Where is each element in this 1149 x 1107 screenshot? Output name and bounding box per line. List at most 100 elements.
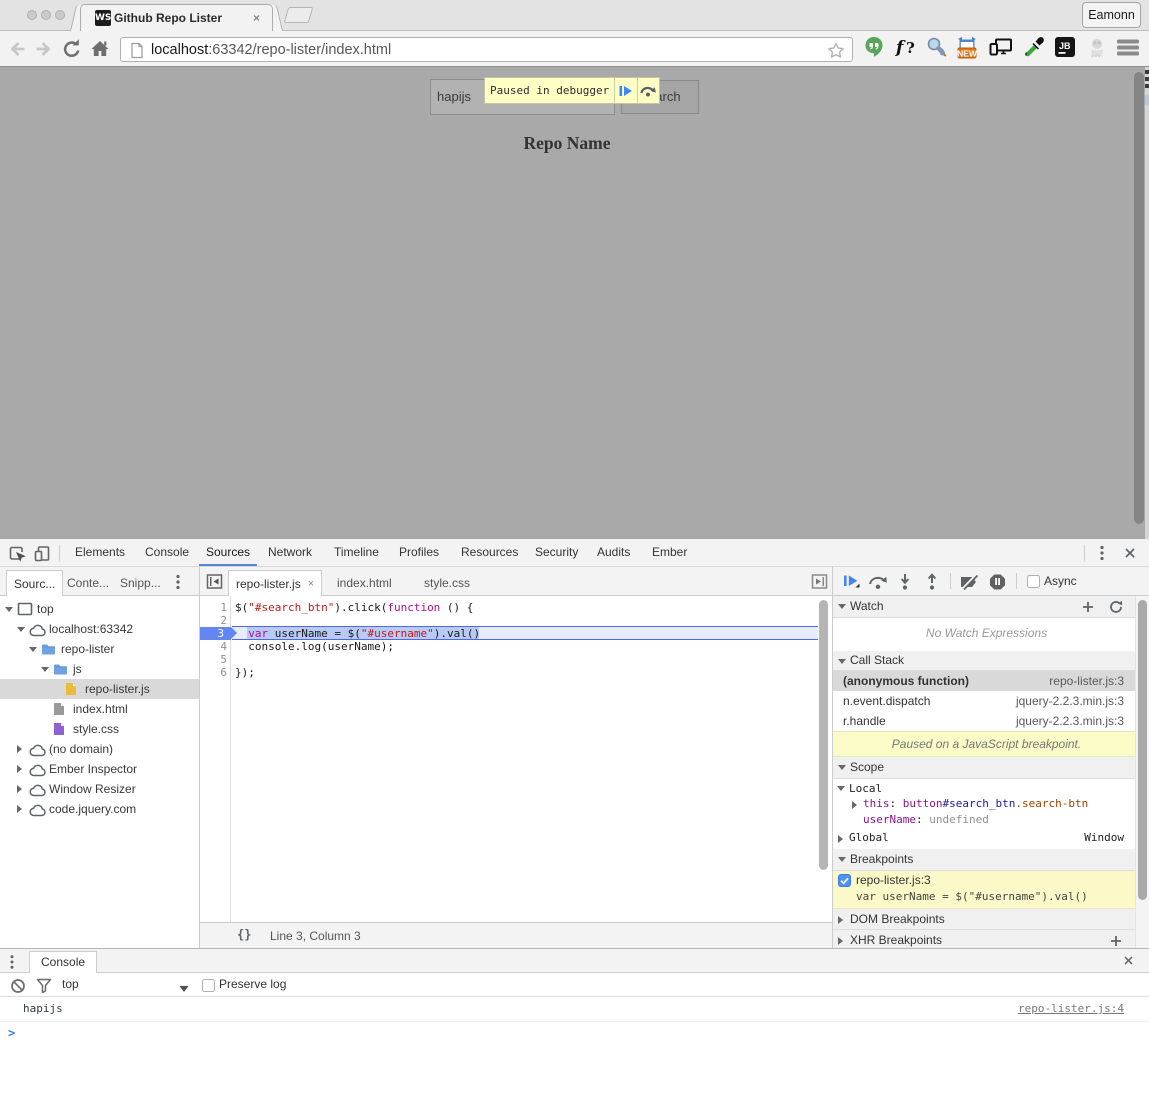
async-checkbox[interactable] [1027, 575, 1040, 591]
zoom-window-button[interactable] [55, 10, 65, 20]
eyedropper-extension-icon[interactable] [1024, 36, 1046, 63]
disclosure-collapsed-icon[interactable] [17, 765, 22, 773]
step-out-icon[interactable] [925, 573, 939, 593]
devtools-tab-timeline[interactable]: Timeline [327, 539, 386, 566]
console-close-icon[interactable] [1123, 955, 1134, 969]
url-bar[interactable]: localhost:63342/repo-lister/index.html [120, 37, 853, 62]
banner-resume-icon[interactable] [615, 78, 636, 103]
sidebar-scrollbar[interactable] [1138, 600, 1147, 900]
clear-console-icon[interactable] [10, 978, 26, 997]
scope-username-property[interactable]: userName: undefined [863, 813, 989, 826]
responsive-extension-icon[interactable] [989, 36, 1013, 63]
editor-tab-index-html[interactable]: index.html [330, 570, 399, 596]
devtools-tab-resources[interactable]: Resources [454, 539, 525, 566]
editor-scrollbar[interactable] [819, 600, 828, 870]
tree-item-localhost-63342[interactable]: localhost:63342 [0, 619, 199, 639]
console-menu-dots-icon[interactable] [8, 954, 16, 973]
resume-icon[interactable] [842, 573, 862, 592]
forward-icon[interactable] [32, 36, 56, 67]
filter-icon[interactable] [36, 978, 52, 996]
inspect-icon[interactable] [8, 544, 26, 565]
tree-item-js[interactable]: js [0, 659, 199, 679]
dom-breakpoints-section-header[interactable]: DOM Breakpoints [833, 909, 1149, 930]
pause-exceptions-icon[interactable] [989, 573, 1006, 593]
tree-item-window-resizer[interactable]: Window Resizer [0, 779, 199, 799]
home-icon[interactable] [88, 36, 112, 67]
hangouts-extension-icon[interactable] [864, 36, 884, 63]
devtools-tab-elements[interactable]: Elements [68, 539, 132, 566]
search-extension-icon[interactable] [925, 36, 947, 63]
tree-item-no-domain[interactable]: (no domain) [0, 739, 199, 759]
code-line-4[interactable]: console.log(userName); [235, 640, 394, 653]
step-into-icon[interactable] [898, 573, 912, 593]
context-dropdown-icon[interactable] [179, 982, 189, 996]
menu-icon[interactable] [1117, 36, 1139, 63]
execution-line-number[interactable]: 3 [200, 627, 231, 640]
gutter-line-number[interactable]: 5 [200, 653, 227, 666]
code-line-1[interactable]: $("#search_btn").click(function () { [235, 601, 473, 614]
tree-item-code-jquery-com[interactable]: code.jquery.com [0, 799, 199, 819]
scope-this-property[interactable]: this: button#search_btn.search-btn [863, 797, 1088, 810]
execution-context-selector[interactable]: top [62, 977, 79, 991]
new-tab-button[interactable] [284, 7, 314, 23]
disabled-extension-icon[interactable] [1086, 36, 1108, 63]
device-toolbar-icon[interactable] [33, 544, 51, 565]
page-scrollbar[interactable] [1134, 72, 1144, 524]
navigator-tab-snippets[interactable]: Snipp... [113, 570, 168, 596]
editor-tab-close-icon[interactable]: × [308, 578, 314, 590]
navigator-hide-icon[interactable] [206, 573, 223, 593]
step-over-icon[interactable] [868, 574, 888, 593]
code-line-6[interactable]: }); [235, 666, 255, 679]
bookmark-star-icon[interactable] [827, 42, 845, 64]
devtools-menu-dots-icon[interactable] [1098, 544, 1106, 565]
close-window-button[interactable] [27, 10, 37, 20]
console-log-source-link[interactable]: repo-lister.js:4 [1018, 1002, 1124, 1015]
devtools-tab-network[interactable]: Network [261, 539, 319, 566]
disclosure-expanded-icon[interactable] [5, 607, 13, 612]
disclosure-collapsed-icon[interactable] [852, 801, 857, 809]
gutter-line-number[interactable]: 4 [200, 640, 227, 653]
disclosure-collapsed-icon[interactable] [17, 785, 22, 793]
disclosure-expanded-icon[interactable] [17, 627, 25, 632]
preserve-log-checkbox[interactable] [202, 979, 215, 995]
back-icon[interactable] [5, 36, 29, 67]
navigator-tab-content-scripts[interactable]: Conte... [60, 570, 116, 596]
tree-item-repo-lister[interactable]: repo-lister [0, 639, 199, 659]
url-text[interactable]: localhost:63342/repo-lister/index.html [151, 42, 391, 58]
console-prompt[interactable]: > [0, 1022, 1149, 1047]
profile-button[interactable]: Eamonn [1082, 2, 1141, 28]
gutter-line-number[interactable]: 2 [200, 614, 227, 627]
code-line-3[interactable]: var userName = $("#username").val() [235, 627, 480, 640]
watch-section-header[interactable]: Watch [833, 596, 1149, 618]
call-stack-frame[interactable]: r.handle jquery-2.2.3.min.js:3 [833, 711, 1149, 731]
call-stack-section-header[interactable]: Call Stack [833, 651, 1149, 671]
console-tab[interactable]: Console [29, 951, 97, 973]
jetbrains-extension-icon[interactable]: JB [1054, 36, 1076, 63]
screenshot-extension-icon[interactable]: NEW [956, 36, 978, 64]
tree-item-repo-lister-js[interactable]: repo-lister.js [0, 679, 199, 699]
reload-icon[interactable] [60, 36, 84, 67]
banner-step-over-icon[interactable] [638, 78, 659, 103]
devtools-tab-security[interactable]: Security [528, 539, 585, 566]
editor-tab-repo-lister-js[interactable]: repo-lister.js× [228, 570, 322, 596]
debugger-hide-icon[interactable] [811, 573, 828, 593]
editor-tab-style-css[interactable]: style.css [417, 570, 477, 596]
disclosure-collapsed-icon[interactable] [17, 745, 22, 753]
navigator-menu-dots-icon[interactable] [174, 573, 182, 594]
devtools-tab-profiles[interactable]: Profiles [392, 539, 446, 566]
disclosure-expanded-icon[interactable] [29, 647, 37, 652]
tree-item-ember-inspector[interactable]: Ember Inspector [0, 759, 199, 779]
tab-close-icon[interactable]: × [253, 11, 260, 25]
call-stack-frame[interactable]: n.event.dispatch jquery-2.2.3.min.js:3 [833, 691, 1149, 711]
navigator-tab-sources[interactable]: Sourc... [6, 570, 63, 596]
breakpoints-section-header[interactable]: Breakpoints [833, 849, 1149, 871]
add-icon[interactable] [1109, 934, 1123, 948]
gutter-line-number[interactable]: 6 [200, 666, 227, 679]
tree-item-style-css[interactable]: style.css [0, 719, 199, 739]
devtools-tab-ember[interactable]: Ember [645, 539, 694, 566]
browser-tab[interactable]: WS Github Repo Lister × [80, 4, 273, 31]
devtools-close-icon[interactable] [1124, 547, 1136, 562]
scope-section-header[interactable]: Scope [833, 757, 1149, 779]
disclosure-expanded-icon[interactable] [41, 667, 49, 672]
minimize-window-button[interactable] [41, 10, 51, 20]
